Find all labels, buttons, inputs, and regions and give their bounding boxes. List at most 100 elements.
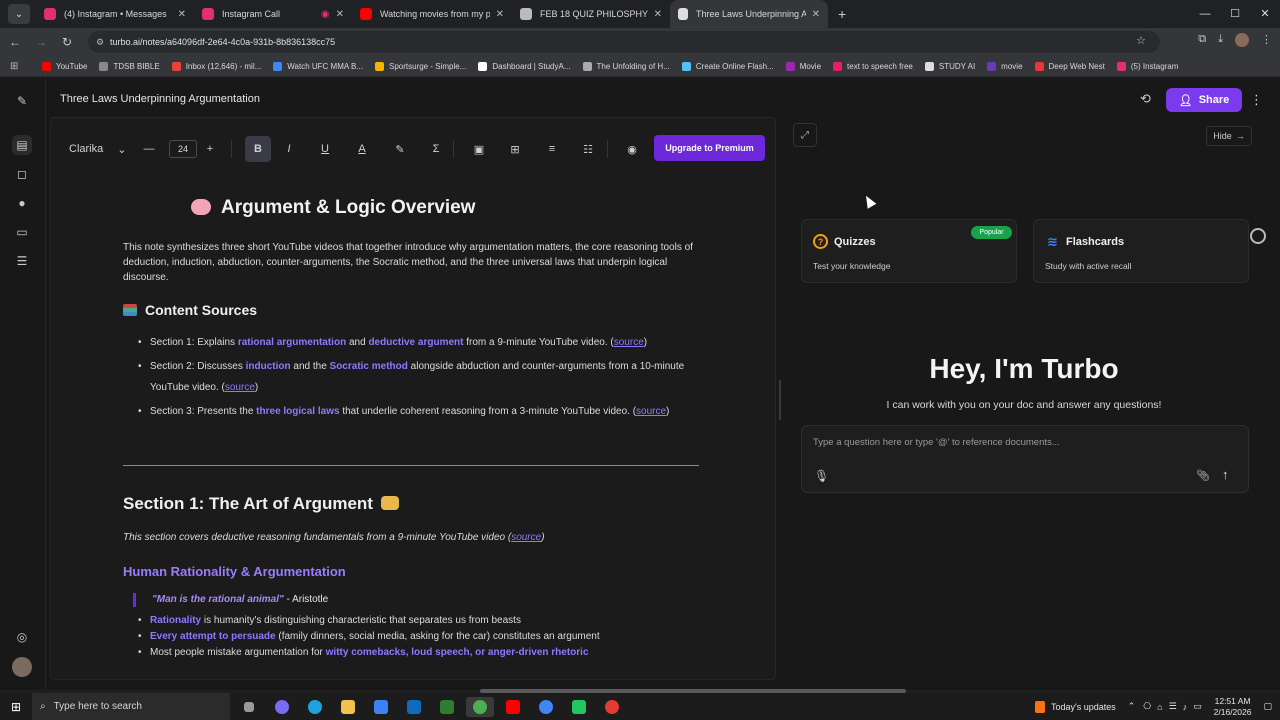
edge-icon[interactable] xyxy=(301,697,329,717)
list-icon[interactable]: ☷ xyxy=(569,136,607,162)
bookmark-item[interactable]: Watch UFC MMA B... xyxy=(273,61,363,71)
taskbar-search[interactable]: ⌕ Type here to search xyxy=(32,693,230,720)
battery-icon[interactable]: ▭ xyxy=(1193,701,1202,712)
flashcards-card[interactable]: ≋ Flashcards Study with active recall xyxy=(1033,219,1249,283)
youtube-icon[interactable] xyxy=(499,697,527,717)
store-icon[interactable] xyxy=(367,697,395,717)
floating-target-icon[interactable] xyxy=(1250,228,1266,244)
maximize-icon[interactable]: ☐ xyxy=(1220,0,1250,28)
share-button[interactable]: 👤︎ Share xyxy=(1166,88,1242,112)
reload-icon[interactable]: ↻ xyxy=(56,35,78,49)
bookmark-item[interactable]: (5) Instagram xyxy=(1116,61,1178,71)
bookmark-item[interactable]: Dashboard | StudyA... xyxy=(478,61,571,71)
outlook-icon[interactable] xyxy=(400,697,428,717)
image-icon[interactable]: ▣ xyxy=(463,136,495,162)
app-icon[interactable] xyxy=(598,697,626,717)
font-size-input[interactable]: 24 xyxy=(169,140,197,158)
notifications-icon[interactable]: ▢ xyxy=(1263,701,1272,712)
close-tab-icon[interactable]: ✕ xyxy=(336,9,344,20)
minecraft-icon[interactable] xyxy=(433,697,461,717)
text-color-icon[interactable]: A xyxy=(343,136,381,162)
network-icon[interactable]: ⌂ xyxy=(1157,702,1162,712)
app-icon[interactable] xyxy=(565,697,593,717)
bookmark-item[interactable]: text to speech free xyxy=(833,61,913,71)
bookmark-item[interactable]: movie xyxy=(987,61,1023,71)
download-icon[interactable]: ⤓ xyxy=(1218,33,1223,47)
bookmark-item[interactable]: The Unfolding of H... xyxy=(582,61,670,71)
source-link[interactable]: source xyxy=(511,532,541,543)
font-family-select[interactable]: Clarika ⌄ xyxy=(59,136,129,162)
quizzes-card[interactable]: ? Quizzes Popular Test your knowledge xyxy=(801,219,1017,283)
copilot-icon[interactable] xyxy=(268,697,296,717)
new-tab-icon[interactable]: + xyxy=(838,6,846,22)
source-link[interactable]: source xyxy=(225,382,255,393)
close-tab-icon[interactable]: ✕ xyxy=(496,9,504,20)
source-link[interactable]: source xyxy=(614,337,644,348)
wifi-icon[interactable]: ☰ xyxy=(1169,701,1177,712)
profile-avatar[interactable] xyxy=(1235,33,1249,47)
chevron-up-icon[interactable]: ⌃ xyxy=(1128,701,1136,712)
windows-start-icon[interactable]: ⊞ xyxy=(0,700,32,714)
preview-eye-icon[interactable]: ◉ xyxy=(617,136,647,162)
document-title[interactable]: Three Laws Underpinning Argumentation xyxy=(60,93,260,105)
table-icon[interactable]: ⊞ xyxy=(495,136,535,162)
bookmark-item[interactable]: Inbox (12,646) - mil... xyxy=(171,61,261,71)
pen-logo-icon[interactable]: ✎ xyxy=(12,91,32,111)
close-tab-icon[interactable]: ✕ xyxy=(812,9,820,20)
tab-search-button[interactable]: ⌄ xyxy=(8,4,30,24)
close-window-icon[interactable]: ✕ xyxy=(1250,0,1280,28)
bookmark-star-icon[interactable]: ☆ xyxy=(1136,34,1146,47)
clock[interactable]: 12:51 AM 2/16/2026 xyxy=(1214,696,1252,718)
chat-icon[interactable]: ◻ xyxy=(12,164,32,184)
tray-icon[interactable]: ⎔ xyxy=(1143,701,1151,712)
user-avatar[interactable] xyxy=(12,657,32,677)
volume-icon[interactable]: ♪ xyxy=(1183,702,1188,712)
notes-icon[interactable]: ▤ xyxy=(12,135,32,155)
microphone-icon[interactable]: ● xyxy=(12,193,32,213)
bookmark-item[interactable]: TDSB BIBLE xyxy=(99,61,160,71)
hide-panel-button[interactable]: Hide → xyxy=(1206,126,1252,146)
source-link[interactable]: source xyxy=(636,406,666,417)
minimize-icon[interactable]: — xyxy=(1190,0,1220,28)
chat-input-box[interactable]: Type a question here or type '@' to refe… xyxy=(801,425,1249,493)
more-options-icon[interactable]: ⋮ xyxy=(1250,92,1263,108)
forward-icon[interactable]: → xyxy=(30,35,52,49)
bookmark-item[interactable]: STUDY AI xyxy=(924,61,975,71)
history-icon[interactable]: ⟲ xyxy=(1140,91,1151,107)
send-arrow-icon[interactable]: ↑ xyxy=(1222,467,1229,482)
bookmark-item[interactable]: Deep Web Nest xyxy=(1034,61,1105,71)
site-info-icon[interactable]: ⚙ xyxy=(96,37,104,48)
chrome-icon[interactable] xyxy=(466,696,494,717)
bookmark-item[interactable]: Sportsurge - Simple... xyxy=(375,61,466,71)
task-view-icon[interactable] xyxy=(235,697,263,717)
browser-menu-icon[interactable]: ⋮ xyxy=(1261,33,1272,47)
extensions-icon[interactable]: ⧉ xyxy=(1198,33,1206,47)
palette-icon[interactable]: ◎ xyxy=(12,627,32,647)
back-icon[interactable]: ← xyxy=(4,35,26,49)
underline-icon[interactable]: U xyxy=(307,136,343,162)
bold-icon[interactable]: B xyxy=(245,136,271,162)
italic-icon[interactable]: I xyxy=(271,136,307,162)
browser-tab[interactable]: Watching movies from my pers ✕ xyxy=(352,0,512,28)
close-tab-icon[interactable]: ✕ xyxy=(654,9,662,20)
browser-tab[interactable]: FEB 18 QUIZ PHILOSPHY NOTE ✕ xyxy=(512,0,670,28)
browser-tab-active[interactable]: Three Laws Underpinning Argu ✕ xyxy=(670,0,828,28)
decrease-size-button[interactable]: — xyxy=(129,136,169,162)
close-tab-icon[interactable]: ✕ xyxy=(178,9,186,20)
apps-grid-icon[interactable]: ⊞ xyxy=(10,61,30,72)
browser-tab[interactable]: (4) Instagram • Messages ✕ xyxy=(36,0,194,28)
paperclip-icon[interactable]: 📎︎ xyxy=(1196,469,1210,482)
formula-icon[interactable]: Σ xyxy=(419,136,453,162)
bookmark-item[interactable]: Create Online Flash... xyxy=(681,61,774,71)
news-widget[interactable]: Today's updates xyxy=(1051,702,1116,712)
list-icon[interactable]: ☰ xyxy=(12,251,32,271)
briefcase-icon[interactable]: ▭ xyxy=(12,222,32,242)
increase-size-button[interactable]: + xyxy=(197,136,223,162)
microphone-icon[interactable]: 🎙︎ xyxy=(814,469,829,483)
bookmark-item[interactable]: Movie xyxy=(785,61,821,71)
expand-icon[interactable]: ⤢ xyxy=(793,123,817,147)
browser-tab[interactable]: Instagram Call ◉ ✕ xyxy=(194,0,352,28)
highlighter-icon[interactable]: ✎ xyxy=(381,136,419,162)
pane-resize-handle[interactable] xyxy=(779,380,781,420)
chrome-profile-icon[interactable] xyxy=(532,697,560,717)
